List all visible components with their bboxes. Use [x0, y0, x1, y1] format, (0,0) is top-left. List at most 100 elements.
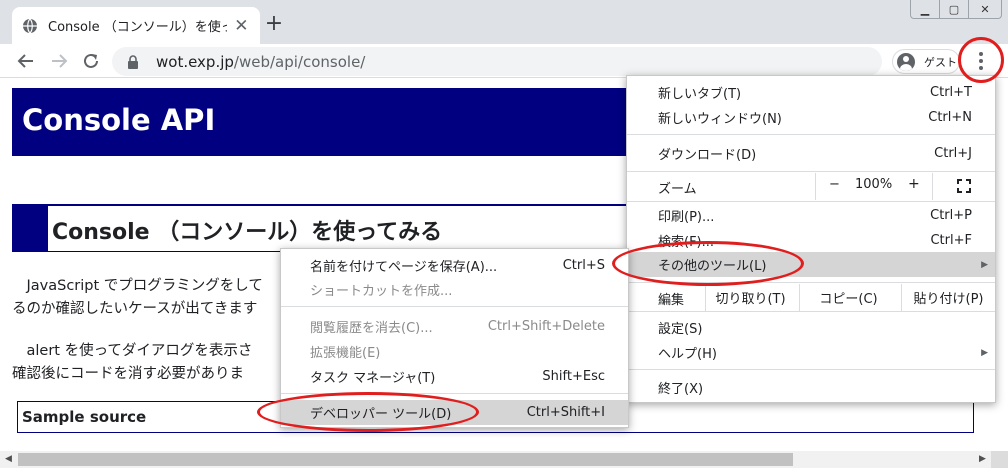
- paragraph-1-line-1: JavaScript でプログラミングをして: [12, 278, 263, 294]
- menu-item-shortcut: Ctrl+S: [562, 258, 605, 273]
- lock-icon: [128, 54, 138, 69]
- browser-toolbar: wot.exp.jp/web/api/console/ ゲスト: [0, 44, 1008, 78]
- menu-item-developer-tools[interactable]: デベロッパー ツール(D) Ctrl+Shift+I: [281, 400, 628, 425]
- menu-item-clear-history[interactable]: 閲覧履歴を消去(C)... Ctrl+Shift+Delete: [281, 314, 628, 339]
- menu-item-label: デベロッパー ツール(D): [310, 407, 452, 422]
- section-heading: Console （コンソール）を使ってみる: [12, 204, 712, 252]
- chrome-menu-button[interactable]: [968, 48, 994, 74]
- zoom-label: ズーム: [658, 182, 697, 197]
- zoom-level: 100%: [855, 177, 893, 192]
- globe-icon: [23, 18, 37, 33]
- copy-button[interactable]: コピー(C): [799, 284, 897, 311]
- menu-separator: [627, 311, 995, 312]
- tab-title: Console （コンソール）を使ってみる: [48, 20, 227, 35]
- menu-item-label: 閲覧履歴を消去(C)...: [310, 321, 433, 336]
- menu-item-print[interactable]: 印刷(P)... Ctrl+P: [627, 203, 995, 228]
- paragraph-2-line-1: alert を使ってダイアログを表示さ: [12, 343, 253, 359]
- zoom-control: − 100% +: [815, 173, 933, 200]
- reload-icon: [84, 53, 98, 68]
- maximize-button[interactable]: ▢: [939, 0, 969, 19]
- menu-item-label: 名前を付けてページを保存(A)...: [310, 260, 498, 275]
- menu-item-shortcut: Ctrl+F: [930, 233, 972, 248]
- menu-item-label: 新しいウィンドウ(N): [658, 112, 782, 127]
- menu-item-new-tab[interactable]: 新しいタブ(T) Ctrl+T: [627, 80, 995, 105]
- menu-item-settings[interactable]: 設定(S): [627, 315, 995, 340]
- menu-edit-row: 編集 切り取り(T) コピー(C) 貼り付け(P): [627, 284, 995, 311]
- menu-item-label: 検索(F)...: [658, 235, 715, 250]
- chrome-main-menu: 新しいタブ(T) Ctrl+T 新しいウィンドウ(N) Ctrl+N ダウンロー…: [626, 75, 996, 403]
- scroll-corner: [991, 451, 1008, 468]
- page-banner: Console API: [12, 88, 712, 156]
- heading-text: Console （コンソール）を使ってみる: [52, 220, 443, 245]
- zoom-in-button[interactable]: +: [908, 176, 920, 192]
- url-host: wot.exp.jp: [156, 52, 234, 71]
- menu-item-label: その他のツール(L): [658, 259, 767, 274]
- reload-button[interactable]: [78, 48, 104, 74]
- window-close-button[interactable]: ✕: [968, 0, 1002, 19]
- menu-zoom-row: ズーム − 100% +: [627, 173, 995, 200]
- arrow-right-icon: [52, 54, 68, 68]
- menu-item-shortcut: Shift+Esc: [542, 369, 605, 384]
- menu-separator: [627, 134, 995, 135]
- submenu-arrow-icon: ▶: [981, 347, 988, 358]
- paragraph-2: alert を使ってダイアログを表示さ 確認後にコードを消す必要がありま: [12, 340, 252, 386]
- more-tools-submenu: 名前を付けてページを保存(A)... Ctrl+S ショートカットを作成... …: [280, 248, 629, 428]
- tab-strip: Console （コンソール）を使ってみる ✕ + ▁ ▢ ✕: [0, 0, 1008, 44]
- menu-separator: [281, 393, 628, 394]
- menu-item-label: 終了(X): [658, 382, 704, 397]
- menu-item-exit[interactable]: 終了(X): [627, 375, 995, 400]
- menu-separator: [627, 282, 995, 283]
- cut-button[interactable]: 切り取り(T): [705, 284, 795, 311]
- menu-separator: [281, 306, 628, 307]
- paste-button[interactable]: 貼り付け(P): [901, 284, 995, 311]
- avatar-icon: [897, 52, 915, 71]
- tab-close-icon[interactable]: ✕: [233, 16, 250, 36]
- address-bar[interactable]: wot.exp.jp/web/api/console/: [112, 47, 882, 76]
- edit-label: 編集: [658, 293, 685, 308]
- profile-button[interactable]: ゲスト: [892, 49, 960, 74]
- zoom-out-button[interactable]: −: [829, 177, 840, 192]
- scroll-left-icon[interactable]: ◀: [0, 451, 17, 468]
- menu-item-more-tools[interactable]: その他のツール(L) ▶: [627, 252, 995, 277]
- menu-item-extensions[interactable]: 拡張機能(E): [281, 339, 628, 364]
- new-tab-button[interactable]: +: [262, 13, 286, 37]
- menu-item-label: 拡張機能(E): [310, 346, 381, 361]
- menu-item-downloads[interactable]: ダウンロード(D) Ctrl+J: [627, 141, 995, 166]
- menu-item-label: タスク マネージャ(T): [310, 371, 436, 386]
- menu-item-find[interactable]: 検索(F)... Ctrl+F: [627, 228, 995, 253]
- menu-dot-icon: [979, 52, 983, 56]
- menu-item-label: 新しいタブ(T): [658, 87, 742, 102]
- menu-item-task-manager[interactable]: タスク マネージャ(T) Shift+Esc: [281, 364, 628, 389]
- horizontal-scrollbar[interactable]: ◀ ▶: [0, 451, 1008, 468]
- menu-item-create-shortcut[interactable]: ショートカットを作成...: [281, 277, 628, 302]
- menu-item-shortcut: Ctrl+N: [928, 110, 972, 125]
- menu-item-shortcut: Ctrl+J: [934, 146, 972, 161]
- browser-tab[interactable]: Console （コンソール）を使ってみる ✕: [12, 7, 260, 44]
- scroll-right-icon[interactable]: ▶: [974, 451, 991, 468]
- menu-item-shortcut: Ctrl+Shift+Delete: [487, 319, 605, 334]
- paragraph-1-line-2: るのか確認したいケースが出てきます: [12, 301, 258, 317]
- menu-item-new-window[interactable]: 新しいウィンドウ(N) Ctrl+N: [627, 105, 995, 130]
- back-button[interactable]: [13, 48, 39, 74]
- menu-dot-icon: [979, 59, 983, 63]
- menu-item-label: 印刷(P)...: [658, 210, 715, 225]
- menu-separator: [627, 369, 995, 370]
- menu-item-save-page[interactable]: 名前を付けてページを保存(A)... Ctrl+S: [281, 253, 628, 278]
- submenu-arrow-icon: ▶: [981, 259, 988, 270]
- menu-item-label: ダウンロード(D): [658, 148, 757, 163]
- menu-separator: [627, 201, 995, 202]
- fullscreen-icon[interactable]: [957, 179, 971, 193]
- menu-item-label: ヘルプ(H): [658, 347, 717, 362]
- menu-item-help[interactable]: ヘルプ(H) ▶: [627, 340, 995, 365]
- profile-name: ゲスト: [924, 55, 957, 69]
- minimize-button[interactable]: ▁: [910, 0, 940, 19]
- menu-dot-icon: [979, 66, 983, 70]
- menu-item-shortcut: Ctrl+Shift+I: [526, 405, 605, 420]
- paragraph-2-line-2: 確認後にコードを消す必要がありま: [12, 366, 244, 382]
- menu-item-shortcut: Ctrl+T: [930, 85, 972, 100]
- url-path: /web/api/console/: [233, 52, 366, 71]
- heading-bar: [12, 206, 48, 252]
- forward-button[interactable]: [46, 48, 72, 74]
- menu-separator: [627, 171, 995, 172]
- scroll-thumb[interactable]: [18, 453, 793, 466]
